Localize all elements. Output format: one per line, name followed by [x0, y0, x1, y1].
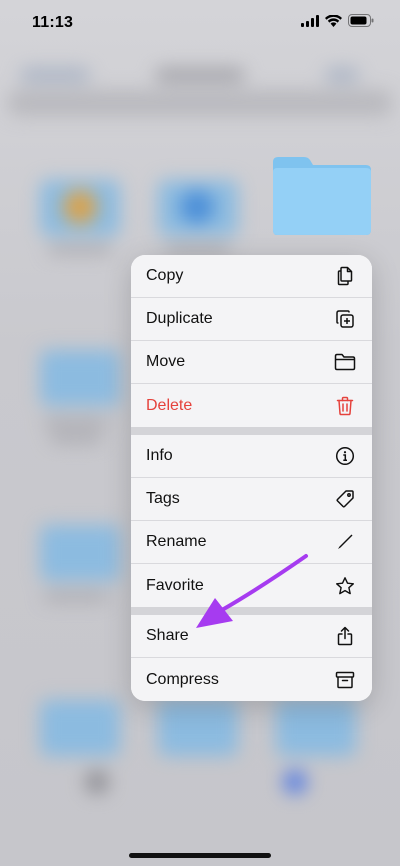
- menu-item-label: Move: [146, 353, 186, 370]
- menu-item-info[interactable]: Info: [131, 435, 372, 478]
- copy-icon: [334, 265, 356, 287]
- tag-icon: [334, 488, 356, 510]
- duplicate-icon: [334, 308, 356, 330]
- menu-item-share[interactable]: Share: [131, 615, 372, 658]
- wifi-icon: [325, 14, 342, 32]
- home-indicator[interactable]: [129, 853, 271, 858]
- menu-item-label: Tags: [146, 490, 180, 507]
- status-bar: 11:13: [0, 0, 400, 46]
- menu-item-label: Share: [146, 627, 189, 644]
- trash-icon: [334, 395, 356, 417]
- menu-group-share: Share Compress: [131, 615, 372, 701]
- status-icons: [301, 14, 374, 32]
- info-icon: [334, 445, 356, 467]
- pencil-icon: [334, 531, 356, 553]
- status-time: 11:13: [32, 14, 74, 31]
- folder-icon: [334, 351, 356, 373]
- star-icon: [334, 575, 356, 597]
- menu-item-label: Duplicate: [146, 310, 213, 327]
- menu-item-copy[interactable]: Copy: [131, 255, 372, 298]
- menu-item-favorite[interactable]: Favorite: [131, 564, 372, 607]
- menu-item-label: Info: [146, 447, 173, 464]
- menu-item-rename[interactable]: Rename: [131, 521, 372, 564]
- menu-separator: [131, 607, 372, 615]
- menu-item-label: Compress: [146, 670, 219, 688]
- menu-item-label: Delete: [146, 396, 193, 414]
- menu-item-delete[interactable]: Delete: [131, 384, 372, 427]
- menu-item-duplicate[interactable]: Duplicate: [131, 298, 372, 341]
- menu-item-move[interactable]: Move: [131, 341, 372, 384]
- menu-item-label: Copy: [146, 267, 184, 284]
- folder-icon[interactable]: [271, 156, 372, 236]
- share-icon: [334, 625, 356, 647]
- archive-icon: [334, 669, 356, 691]
- menu-item-label: Favorite: [146, 576, 204, 594]
- menu-group-metadata: Info Tags Rename Favorite: [131, 435, 372, 607]
- menu-separator: [131, 427, 372, 435]
- menu-item-tags[interactable]: Tags: [131, 478, 372, 521]
- context-menu: Copy Duplicate Move Delete Info Tags Ren…: [131, 255, 372, 701]
- menu-item-compress[interactable]: Compress: [131, 658, 372, 701]
- battery-icon: [348, 14, 374, 32]
- menu-item-label: Rename: [146, 533, 207, 550]
- cellular-signal-icon: [301, 14, 319, 32]
- menu-group-file-actions: Copy Duplicate Move Delete: [131, 255, 372, 427]
